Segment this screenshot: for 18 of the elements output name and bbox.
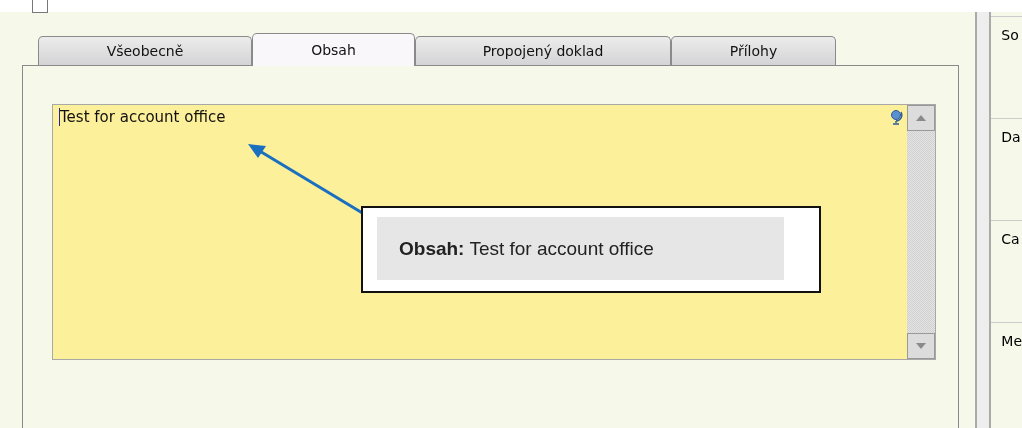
tab[interactable]: Propojený doklad: [415, 36, 671, 65]
field-label: Da: [1001, 129, 1021, 145]
tab[interactable]: Obsah: [252, 33, 415, 66]
field-label: So: [1001, 27, 1019, 43]
up-triangle-icon: [916, 115, 926, 121]
tab[interactable]: Přílohy: [671, 36, 836, 65]
field-label: Me: [1001, 333, 1022, 349]
tab[interactable]: Všeobecně: [38, 36, 252, 65]
globe-icon[interactable]: [889, 109, 903, 125]
scroll-up-button[interactable]: [907, 105, 935, 131]
callout-text: Obsah: Test for account office: [377, 217, 784, 280]
checkbox[interactable]: [32, 0, 48, 13]
scroll-down-button[interactable]: [907, 333, 935, 359]
scrollbar[interactable]: [907, 105, 935, 359]
splitter-bar[interactable]: [975, 12, 992, 428]
down-triangle-icon: [916, 343, 926, 349]
field-label: Ca: [1001, 231, 1020, 247]
content-text: Test for account office: [59, 108, 226, 126]
